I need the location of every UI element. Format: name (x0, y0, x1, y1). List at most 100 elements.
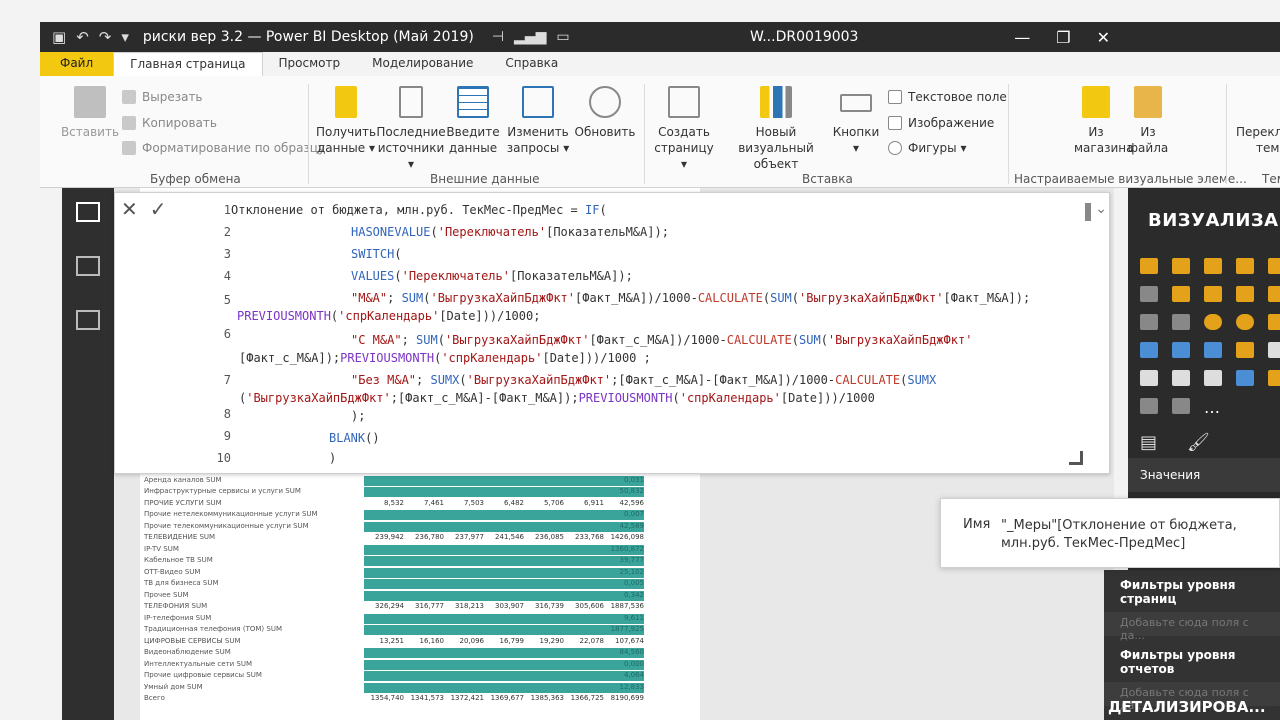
table-row[interactable]: Аренда каналов SUM 0,031 (144, 475, 664, 486)
treemap-icon[interactable] (1268, 314, 1280, 330)
format-painter-button[interactable]: Форматирование по образцу (122, 141, 325, 155)
from-file-button[interactable]: Из файла (1126, 86, 1170, 156)
table-row[interactable]: Прочие телекоммуникационные услуги SUM 42… (144, 521, 664, 532)
cut-button[interactable]: Вырезать (122, 90, 203, 104)
edit-queries-button[interactable]: Изменить запросы ▾ (506, 86, 570, 156)
funnel-icon[interactable] (1204, 342, 1222, 358)
map-icon[interactable] (1140, 342, 1158, 358)
table-row[interactable]: OTT-Видео SUM 25,102 (144, 567, 664, 578)
enter-data-button[interactable]: Введите данные (446, 86, 500, 156)
pin-icon[interactable]: ⊣ (492, 29, 504, 45)
stacked-bar-icon[interactable] (1140, 258, 1158, 274)
line-chart-icon[interactable] (1140, 286, 1158, 302)
python-visual-icon[interactable] (1268, 370, 1280, 386)
page-filters-drop-zone[interactable]: Добавьте сюда поля с да... (1104, 612, 1280, 642)
values-well[interactable]: Значения (1128, 458, 1280, 492)
r-visual-icon[interactable] (1236, 370, 1254, 386)
code-line-6: "С M&A"; SUM('ВыгрузкаХайпБджФкт'[Факт_с… (351, 333, 973, 347)
decomposition-tree-icon[interactable] (1172, 398, 1190, 414)
shapes-button[interactable]: Фигуры ▾ (888, 141, 966, 155)
table-cell (444, 625, 484, 635)
waterfall-icon[interactable] (1140, 314, 1158, 330)
recent-sources-button[interactable]: Последние источники ▾ (376, 86, 446, 172)
format-paint-roller-icon[interactable]: 🖌 (1187, 432, 1210, 453)
tab-view[interactable]: Просмотр (263, 52, 357, 76)
table-cell (364, 487, 404, 497)
dax-code-editor[interactable]: Отклонение от бюджета, млн.руб. ТекМес-П… (115, 193, 1030, 465)
table-cell (404, 487, 444, 497)
new-page-button[interactable]: Создать страницу ▾ (652, 86, 716, 172)
kpi-icon[interactable] (1140, 370, 1158, 386)
table-row[interactable]: ЦИФРОВЫЕ СЕРВИСЫ SUM 13,251 16,160 20,096 16… (144, 637, 664, 647)
stacked-area-icon[interactable] (1204, 286, 1222, 302)
table-row[interactable]: IP-телефония SUM 9,611 (144, 613, 664, 624)
ribbon-chart-icon[interactable] (1268, 286, 1280, 302)
collapse-formula-chevron-icon[interactable]: ⌄ (1095, 201, 1107, 217)
from-marketplace-button[interactable]: Из магазина (1074, 86, 1133, 156)
table-visual-icon[interactable] (1172, 370, 1190, 386)
table-row[interactable]: ТЕЛЕВИДЕНИЕ SUM 239,942 236,780 237,977 241,… (144, 533, 664, 543)
table-row[interactable]: Прочие нетелекоммуникационные услуги SUM… (144, 510, 664, 520)
line-column-icon[interactable] (1236, 286, 1254, 302)
close-button[interactable]: ✕ (1097, 28, 1110, 47)
undo-icon[interactable]: ↶ (76, 28, 89, 46)
table-row[interactable]: ПРОЧИЕ УСЛУГИ SUM 8,532 7,461 7,503 6,482 5,7… (144, 499, 664, 509)
table-row[interactable]: ТЕЛЕФОНИЯ SUM 326,294 316,777 318,213 303,90… (144, 602, 664, 612)
table-cell (404, 613, 444, 624)
more-visuals-icon[interactable]: … (1204, 398, 1222, 417)
table-row[interactable]: Всего 1354,740 1341,573 1372,421 1369,677 138… (144, 694, 664, 704)
clustered-bar-icon[interactable] (1204, 258, 1222, 274)
tab-file[interactable]: Файл (40, 52, 114, 76)
text-box-button[interactable]: Текстовое поле (888, 90, 1007, 104)
area-chart-icon[interactable] (1172, 286, 1190, 302)
copy-button[interactable]: Копировать (122, 116, 217, 130)
formula-bar[interactable]: ✕ ✓ 1 2 3 4 5 6 7 8 9 10 Отклонение от б… (114, 192, 1110, 474)
restore-button[interactable]: ❐ (1056, 28, 1070, 47)
filled-map-icon[interactable] (1172, 342, 1190, 358)
table-row[interactable]: Умный дом SUM 12,833 (144, 682, 664, 693)
table-row[interactable]: Инфраструктурные сервисы и услуги SUM 50,… (144, 487, 664, 497)
image-button[interactable]: Изображение (888, 116, 994, 130)
table-row[interactable]: Кабельное ТВ SUM 39,777 (144, 556, 664, 566)
table-cell: 84,560 (604, 648, 644, 658)
table-row[interactable]: ТВ для бизнеса SUM 0,005 (144, 579, 664, 589)
tab-modeling[interactable]: Моделирование (356, 52, 489, 76)
save-icon[interactable]: ▣ (52, 28, 66, 46)
table-row[interactable]: Интеллектуальные сети SUM 0,000 (144, 659, 664, 670)
donut-icon[interactable] (1236, 314, 1254, 330)
window-title: риски вер 3.2 — Power BI Desktop (Май 20… (142, 29, 474, 45)
paste-button[interactable]: Вставить (60, 86, 120, 140)
minimize-button[interactable]: — (1014, 28, 1030, 47)
buttons-button[interactable]: Кнопки ▾ (832, 86, 880, 156)
clustered-column-icon[interactable] (1236, 258, 1254, 274)
card-icon[interactable] (1268, 342, 1280, 358)
new-visual-button[interactable]: Новый визуальный объект (720, 86, 832, 172)
stacked-column-icon[interactable] (1172, 258, 1190, 274)
key-influencers-icon[interactable] (1140, 398, 1158, 414)
redo-icon[interactable]: ↷ (99, 28, 112, 46)
get-data-button[interactable]: Получить данные ▾ (316, 86, 376, 156)
tab-home[interactable]: Главная страница (113, 52, 263, 76)
matrix-visual-icon[interactable] (1204, 370, 1222, 386)
field-tooltip: Имя "_Меры"[Отклонение от бюджета, млн.р… (940, 498, 1280, 568)
editor-scrollbar[interactable] (1085, 203, 1091, 221)
fields-wells-icon[interactable]: ▤ (1140, 432, 1157, 453)
customize-quick-access-icon[interactable]: ▾ (121, 28, 129, 46)
report-view-icon[interactable] (76, 202, 100, 222)
table-row[interactable]: Прочее SUM 0,342 (144, 590, 664, 601)
refresh-button[interactable]: Обновить (574, 86, 636, 140)
table-row[interactable]: IP-TV SUM 1360,872 (144, 544, 664, 555)
data-view-icon[interactable] (76, 256, 100, 276)
gauge-icon[interactable] (1236, 342, 1254, 358)
percent-bar-icon[interactable] (1268, 258, 1280, 274)
pie-icon[interactable] (1204, 314, 1222, 330)
row-label: OTT-Видео SUM (144, 567, 201, 576)
model-view-icon[interactable] (76, 310, 100, 330)
tab-help[interactable]: Справка (489, 52, 574, 76)
table-row[interactable]: Видеонаблюдение SUM 84,560 (144, 648, 664, 658)
switch-theme-button[interactable]: Переклю тем (1236, 124, 1280, 156)
table-row[interactable]: Прочие цифровые сервисы SUM 4,064 (144, 671, 664, 681)
editor-resize-handle[interactable] (1069, 451, 1083, 465)
scatter-icon[interactable] (1172, 314, 1190, 330)
table-row[interactable]: Традиционная телефония (ТОМ) SUM 1877,925 (144, 625, 664, 635)
